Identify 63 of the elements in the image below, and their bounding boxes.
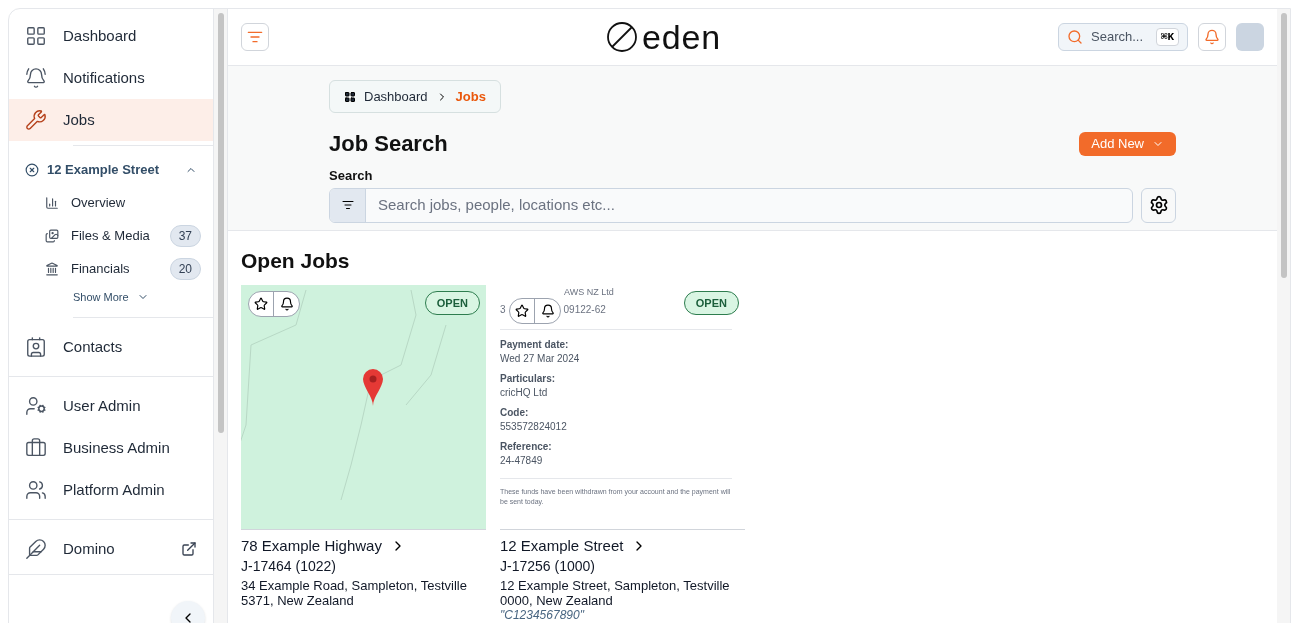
job-reference: "C1234567890" [500,608,586,622]
field-value: Wed 27 Mar 2024 [500,351,581,366]
bell-icon [279,296,294,311]
job-id: J-17256 (1000) [500,557,596,575]
external-link-icon[interactable] [181,541,197,557]
chart-icon [45,195,59,210]
nav-item[interactable]: Contacts [9,326,213,368]
nav-item[interactable]: Jobs [9,99,213,141]
sub-nav-item[interactable]: Files & Media 37 [9,219,213,252]
contact-card-icon [25,336,47,358]
job-group-header[interactable]: 12 Example Street [9,154,213,186]
breadcrumb-link[interactable]: Dashboard [364,86,428,107]
job-id: J-17464 (1022) [241,557,337,575]
job-title[interactable]: 12 Example Street [500,534,624,557]
settings-icon [1148,195,1169,215]
logo-text: eden [641,20,721,54]
bell-icon [25,67,47,89]
briefcase-icon [25,437,47,459]
tools-icon [25,109,47,131]
nav-item[interactable]: Business Admin [9,427,213,469]
field-label: Code: [500,405,530,420]
nav-item[interactable]: Dashboard [9,15,213,57]
count-badge: 37 [169,224,201,247]
job-address: 34 Example Road, Sampleton, Testville 5371, New Zealand [241,578,468,608]
job-title[interactable]: 78 Example Highway [241,534,382,557]
images-icon [45,228,59,243]
field-value: cricHQ Ltd [500,385,549,400]
shortcut-key: ⌘K [1155,27,1179,47]
sub-nav-item[interactable]: Financials 20 [9,252,213,285]
nav-item[interactable]: User Admin [9,385,213,427]
field-value: 24-47849 [500,453,544,468]
count-badge: 20 [169,257,201,280]
bank-icon [45,261,59,276]
sub-nav-item[interactable]: Overview [9,186,213,219]
bell-icon [540,303,555,318]
show-more-button[interactable]: Show More [73,288,149,306]
nav-item[interactable]: Notifications [9,57,213,99]
bell-icon [1204,29,1220,45]
account-number-end: 09122-62 [563,303,606,317]
payer-name: AWS NZ Ltd [563,286,615,297]
filter-search-icon [341,199,354,211]
field-label: Reference: [500,439,553,454]
field-label: Payment date: [500,337,570,352]
account-number-start: 3 [500,303,506,317]
grid-icon [25,25,47,47]
section-title: Open Jobs [241,248,351,274]
search-icon [1067,29,1083,45]
notifications-button[interactable] [1198,23,1226,51]
logo-icon [605,21,638,53]
settings-button[interactable] [1141,187,1176,223]
nav-item[interactable]: Platform Admin [9,469,213,511]
star-icon [254,296,268,311]
global-search-field[interactable]: Search... ⌘K [1058,23,1188,51]
close-circle-icon [25,163,39,177]
menu-toggle-button[interactable] [241,23,269,51]
field-value: 553572824012 [500,419,568,434]
field-label: Particulars: [500,371,557,386]
page-title: Job Search [329,130,448,158]
grid-icon [344,90,356,103]
job-address: 12 Example Street, Sampleton, Testville 0000, New Zealand [500,578,731,608]
star-icon [515,303,529,318]
search-label: Search [329,167,374,185]
nav-item[interactable]: Domino [9,528,213,570]
